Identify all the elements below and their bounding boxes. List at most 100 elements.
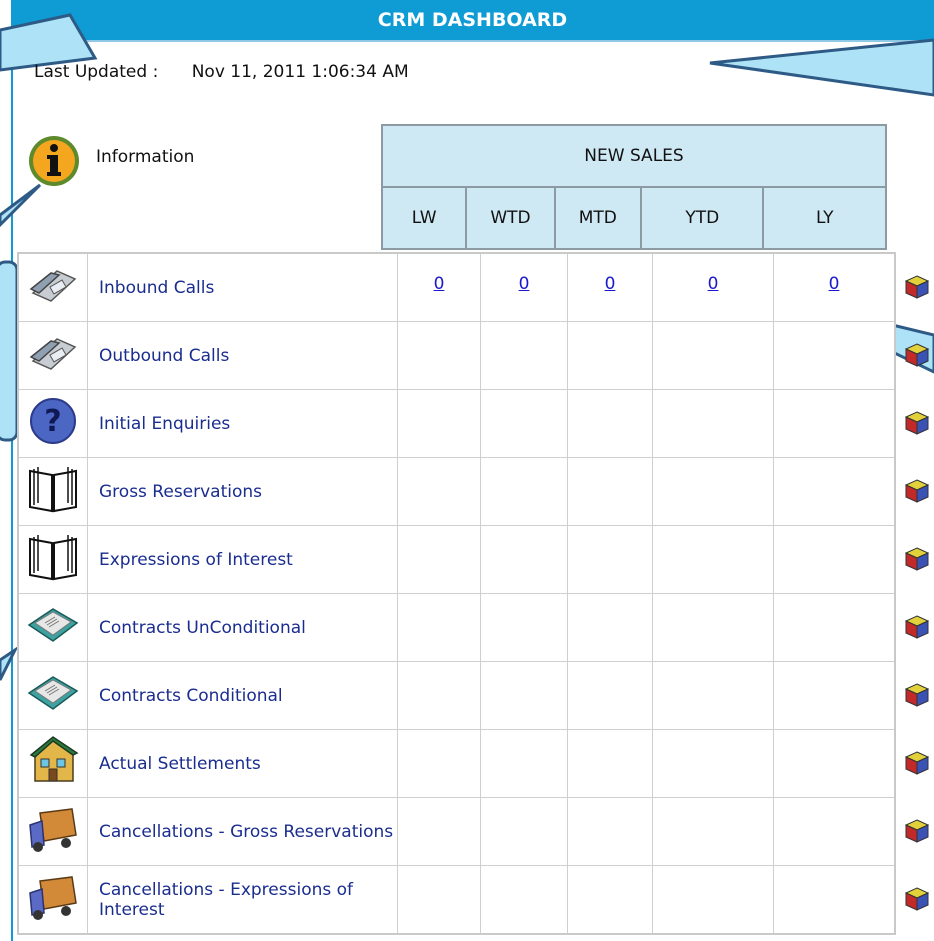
value-cell	[480, 661, 568, 730]
table-row: Cancellations - Gross Reservations	[17, 797, 896, 866]
table-row: Outbound Calls	[17, 321, 896, 390]
row-label[interactable]: Gross Reservations	[87, 457, 398, 526]
information-label: Information	[96, 147, 195, 167]
value-cell	[652, 525, 774, 594]
table-row: Cancellations - Expressions of Interest	[17, 865, 896, 935]
telephone-icon	[17, 321, 88, 390]
book-icon	[17, 525, 88, 594]
value-cell	[567, 661, 653, 730]
callout-left-box	[0, 260, 19, 442]
value-cell	[397, 661, 481, 730]
telephone-icon	[17, 252, 88, 322]
book-icon	[17, 457, 88, 526]
value-cell	[773, 729, 896, 798]
row-label[interactable]: Cancellations - Gross Reservations	[87, 797, 398, 866]
value-link[interactable]: 0	[708, 274, 719, 294]
callout-info	[0, 183, 42, 228]
value-cell	[480, 457, 568, 526]
value-cell	[480, 865, 568, 935]
value-cell	[397, 797, 481, 866]
contract-icon	[17, 661, 88, 730]
row-label[interactable]: Actual Settlements	[87, 729, 398, 798]
house-icon	[17, 729, 88, 798]
value-cell	[480, 389, 568, 458]
row-label[interactable]: Initial Enquiries	[87, 389, 398, 458]
value-cell	[773, 389, 896, 458]
value-cell	[652, 865, 774, 935]
row-label[interactable]: Contracts UnConditional	[87, 593, 398, 662]
cube-action-icon[interactable]	[904, 614, 930, 640]
cube-action-icon[interactable]	[904, 410, 930, 436]
value-cell	[480, 593, 568, 662]
cube-action-icon[interactable]	[904, 750, 930, 776]
value-cell[interactable]: 0	[567, 252, 653, 322]
cube-action-icon[interactable]	[904, 274, 930, 300]
value-cell	[652, 593, 774, 662]
value-cell[interactable]: 0	[480, 252, 568, 322]
column-header-mtd: MTD	[553, 186, 643, 250]
value-cell	[567, 593, 653, 662]
table-row: Actual Settlements	[17, 729, 896, 798]
value-cell	[773, 457, 896, 526]
value-cell	[652, 321, 774, 390]
value-cell	[652, 389, 774, 458]
value-cell	[773, 661, 896, 730]
callout-left-lower	[0, 645, 19, 681]
value-cell	[397, 729, 481, 798]
row-label[interactable]: Expressions of Interest	[87, 525, 398, 594]
value-cell	[480, 729, 568, 798]
value-cell	[652, 661, 774, 730]
row-label[interactable]: Contracts Conditional	[87, 661, 398, 730]
value-cell	[480, 525, 568, 594]
table-row: Expressions of Interest	[17, 525, 896, 594]
value-cell	[397, 321, 481, 390]
cube-action-icon[interactable]	[904, 546, 930, 572]
row-label[interactable]: Outbound Calls	[87, 321, 398, 390]
table-row: Contracts Conditional	[17, 661, 896, 730]
value-cell	[567, 729, 653, 798]
value-cell	[397, 389, 481, 458]
cube-action-icon[interactable]	[904, 818, 930, 844]
value-cell	[652, 729, 774, 798]
value-link[interactable]: 0	[605, 274, 616, 294]
value-cell[interactable]: 0	[773, 252, 896, 322]
column-header-lw: LW	[380, 186, 468, 250]
value-cell	[480, 321, 568, 390]
value-cell	[397, 593, 481, 662]
value-link[interactable]: 0	[519, 274, 530, 294]
last-updated: Last Updated : Nov 11, 2011 1:06:34 AM	[34, 62, 409, 82]
value-cell	[652, 797, 774, 866]
value-cell	[567, 865, 653, 935]
metrics-table: Inbound Calls 0 0 0 0 0 Outbound Calls? Initial…	[17, 252, 896, 935]
truck-icon	[17, 865, 88, 935]
cube-action-icon[interactable]	[904, 342, 930, 368]
row-label[interactable]: Cancellations - Expressions of Interest	[87, 865, 398, 935]
column-header-ytd: YTD	[639, 186, 765, 250]
value-cell	[773, 865, 896, 935]
value-cell	[397, 525, 481, 594]
value-cell[interactable]: 0	[652, 252, 774, 322]
column-header-wtd: WTD	[465, 186, 556, 250]
value-cell	[652, 457, 774, 526]
cube-action-icon[interactable]	[904, 682, 930, 708]
information-icon[interactable]	[27, 134, 81, 188]
value-link[interactable]: 0	[434, 274, 445, 294]
help-icon: ?	[17, 389, 88, 458]
value-cell	[567, 797, 653, 866]
table-row: Gross Reservations	[17, 457, 896, 526]
table-row: ? Initial Enquiries	[17, 389, 896, 458]
value-cell[interactable]: 0	[397, 252, 481, 322]
value-cell	[773, 321, 896, 390]
value-cell	[773, 797, 896, 866]
value-cell	[773, 593, 896, 662]
value-cell	[773, 525, 896, 594]
last-updated-label: Last Updated :	[34, 62, 159, 82]
cube-action-icon[interactable]	[904, 886, 930, 912]
row-label[interactable]: Inbound Calls	[87, 252, 398, 322]
cube-action-icon[interactable]	[904, 478, 930, 504]
new-sales-group-header: NEW SALES	[381, 124, 887, 188]
last-updated-value: Nov 11, 2011 1:06:34 AM	[191, 62, 409, 82]
value-link[interactable]: 0	[829, 274, 840, 294]
value-cell	[480, 797, 568, 866]
column-header-ly: LY	[762, 186, 887, 250]
